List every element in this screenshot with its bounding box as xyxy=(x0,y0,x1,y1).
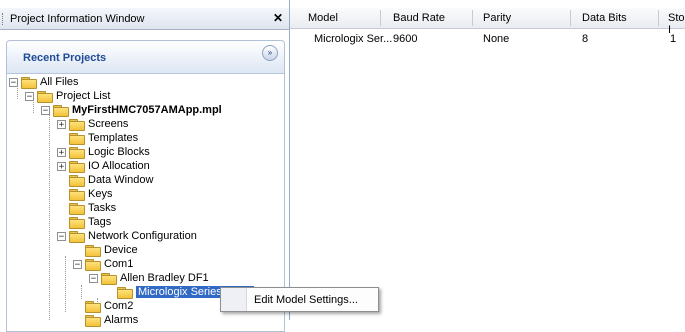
menu-item-edit-model-settings[interactable]: Edit Model Settings... xyxy=(254,294,358,306)
tree-label: Network Configuration xyxy=(88,230,197,242)
tree-label: Project List xyxy=(56,90,111,102)
folder-icon xyxy=(69,146,85,159)
folder-icon xyxy=(69,216,85,229)
cell-model: Micrologix Ser... xyxy=(314,33,393,45)
expand-icon[interactable]: + xyxy=(57,161,66,171)
folder-icon xyxy=(53,104,69,117)
tree-label: Screens xyxy=(88,118,129,130)
context-menu: Edit Model Settings... xyxy=(220,287,379,312)
tree-label: Alarms xyxy=(104,314,139,326)
tree-item-all-files[interactable]: − All Files xyxy=(9,75,79,89)
collapse-icon[interactable]: − xyxy=(73,259,82,269)
pane-title-bar: Project Information Window ✕ xyxy=(0,8,289,30)
folder-icon xyxy=(69,174,85,187)
column-header-model[interactable]: Model xyxy=(308,12,338,24)
tree-label: Keys xyxy=(88,188,113,200)
tree-item-com1[interactable]: − Com1 xyxy=(73,257,133,271)
expand-icon[interactable]: + xyxy=(57,119,66,129)
project-information-pane: Project Information Window ✕ Recent Proj… xyxy=(0,0,290,332)
tree-item-com2[interactable]: Com2 xyxy=(85,299,133,313)
collapse-icon[interactable]: − xyxy=(25,91,34,101)
close-icon[interactable]: ✕ xyxy=(273,11,283,25)
folder-icon xyxy=(21,76,37,89)
collapse-icon[interactable]: − xyxy=(57,231,66,241)
tree-label: Com2 xyxy=(104,300,134,312)
tree-item-keys[interactable]: Keys xyxy=(69,187,112,201)
recent-projects-title: Recent Projects xyxy=(23,52,107,64)
cell-parity: None xyxy=(483,33,510,45)
folder-icon xyxy=(85,300,101,313)
tree-item-tasks[interactable]: Tasks xyxy=(69,201,116,215)
folder-icon xyxy=(37,90,53,103)
recent-projects-header: Recent Projects » xyxy=(7,41,284,74)
folder-icon xyxy=(69,202,85,215)
folder-icon xyxy=(101,272,117,285)
tree-label: Com1 xyxy=(104,258,134,270)
tree-item-screens[interactable]: + Screens xyxy=(57,117,128,131)
model-grid: Model Baud Rate Parity Data Bits Stop I … xyxy=(290,0,685,320)
collapse-icon[interactable]: − xyxy=(41,105,50,115)
tree-label: Device xyxy=(104,244,138,256)
pane-title: Project Information Window xyxy=(10,12,145,25)
tree-item-io-allocation[interactable]: + IO Allocation xyxy=(57,159,150,173)
folder-icon xyxy=(85,244,101,257)
folder-icon xyxy=(85,258,101,271)
folder-open-icon xyxy=(117,286,133,299)
tree-label: Allen Bradley DF1 xyxy=(120,272,209,284)
tree-label: IO Allocation xyxy=(88,160,150,172)
collapse-icon[interactable]: − xyxy=(89,273,98,283)
context-menu-gutter xyxy=(221,288,247,311)
collapse-icon[interactable]: − xyxy=(9,77,18,87)
grid-header: Model Baud Rate Parity Data Bits Stop I xyxy=(290,8,685,36)
tree-label: Tasks xyxy=(88,202,117,214)
column-header-parity[interactable]: Parity xyxy=(483,12,511,24)
column-header-baud-rate[interactable]: Baud Rate xyxy=(393,12,445,24)
tree-item-allen-bradley[interactable]: − Allen Bradley DF1 xyxy=(89,271,209,285)
tree-item-logic-blocks[interactable]: + Logic Blocks xyxy=(57,145,150,159)
folder-icon xyxy=(85,314,101,327)
tree-item-project-list[interactable]: − Project List xyxy=(25,89,110,103)
tree-item-tags[interactable]: Tags xyxy=(69,215,111,229)
tree-label: MyFirstHMC7057AMApp.mpl xyxy=(72,104,222,116)
collapse-chevron-icon[interactable]: » xyxy=(262,45,278,61)
column-header-data-bits[interactable]: Data Bits xyxy=(582,12,627,24)
folder-icon xyxy=(69,230,85,243)
folder-icon xyxy=(69,188,85,201)
tree-item-templates[interactable]: Templates xyxy=(69,131,138,145)
tree-item-network-configuration[interactable]: − Network Configuration xyxy=(57,229,197,243)
tree-label: Tags xyxy=(88,216,112,228)
cell-baud-rate: 9600 xyxy=(393,33,418,45)
tree-item-alarms[interactable]: Alarms xyxy=(85,313,138,327)
tree-label: Templates xyxy=(88,132,139,144)
drag-grip-icon[interactable] xyxy=(2,12,7,25)
cell-data-bits: 8 xyxy=(582,33,589,45)
tree-item-project[interactable]: − MyFirstHMC7057AMApp.mpl xyxy=(41,103,222,117)
folder-icon xyxy=(69,118,85,131)
tree-item-device[interactable]: Device xyxy=(85,243,138,257)
tree-label: Data Window xyxy=(88,174,154,186)
cell-stop-bits: 1 xyxy=(670,33,677,45)
expand-icon[interactable]: + xyxy=(57,147,66,157)
tree-label: All Files xyxy=(40,76,79,88)
folder-icon xyxy=(69,160,85,173)
folder-icon xyxy=(69,132,85,145)
tree-item-data-window[interactable]: Data Window xyxy=(69,173,153,187)
tree-label: Logic Blocks xyxy=(88,146,150,158)
